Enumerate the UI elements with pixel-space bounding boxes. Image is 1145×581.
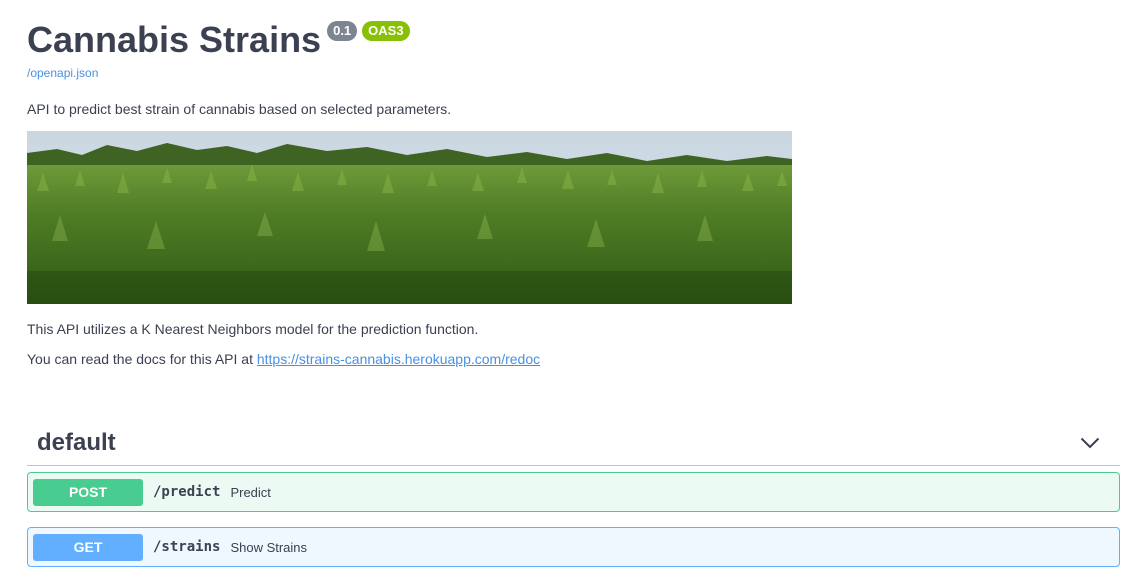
operation-get-strains[interactable]: GET /strains Show Strains — [27, 527, 1120, 567]
operation-path: /predict — [153, 484, 221, 500]
model-description-text: This API utilizes a K Nearest Neighbors … — [27, 321, 479, 337]
tag-section-header[interactable]: default — [27, 420, 1120, 466]
description-text: API to predict best strain of cannabis b… — [27, 101, 452, 117]
title-row: Cannabis Strains 0.1 OAS3 — [27, 18, 410, 62]
redoc-link[interactable]: https://strains-cannabis.herokuapp.com/r… — [257, 351, 540, 367]
version-badge: 0.1 — [327, 21, 358, 41]
method-badge-post: POST — [33, 478, 143, 506]
tag-name: default — [37, 428, 116, 456]
badges: 0.1 OAS3 — [327, 21, 410, 41]
operation-summary: Show Strains — [230, 539, 308, 555]
cannabis-field-image — [27, 131, 792, 304]
openapi-json-link[interactable]: /openapi.json — [27, 66, 98, 80]
method-badge-get: GET — [33, 533, 143, 561]
operation-post-predict[interactable]: POST /predict Predict — [27, 472, 1120, 512]
docs-text: You can read the docs for this API at ht… — [27, 351, 540, 367]
oas-badge: OAS3 — [362, 21, 410, 41]
page-title: Cannabis Strains — [27, 19, 322, 60]
docs-text-prefix: You can read the docs for this API at — [27, 351, 257, 367]
operation-summary: Predict — [230, 484, 271, 500]
operation-path: /strains — [153, 539, 221, 555]
chevron-down-icon[interactable] — [1078, 431, 1102, 455]
